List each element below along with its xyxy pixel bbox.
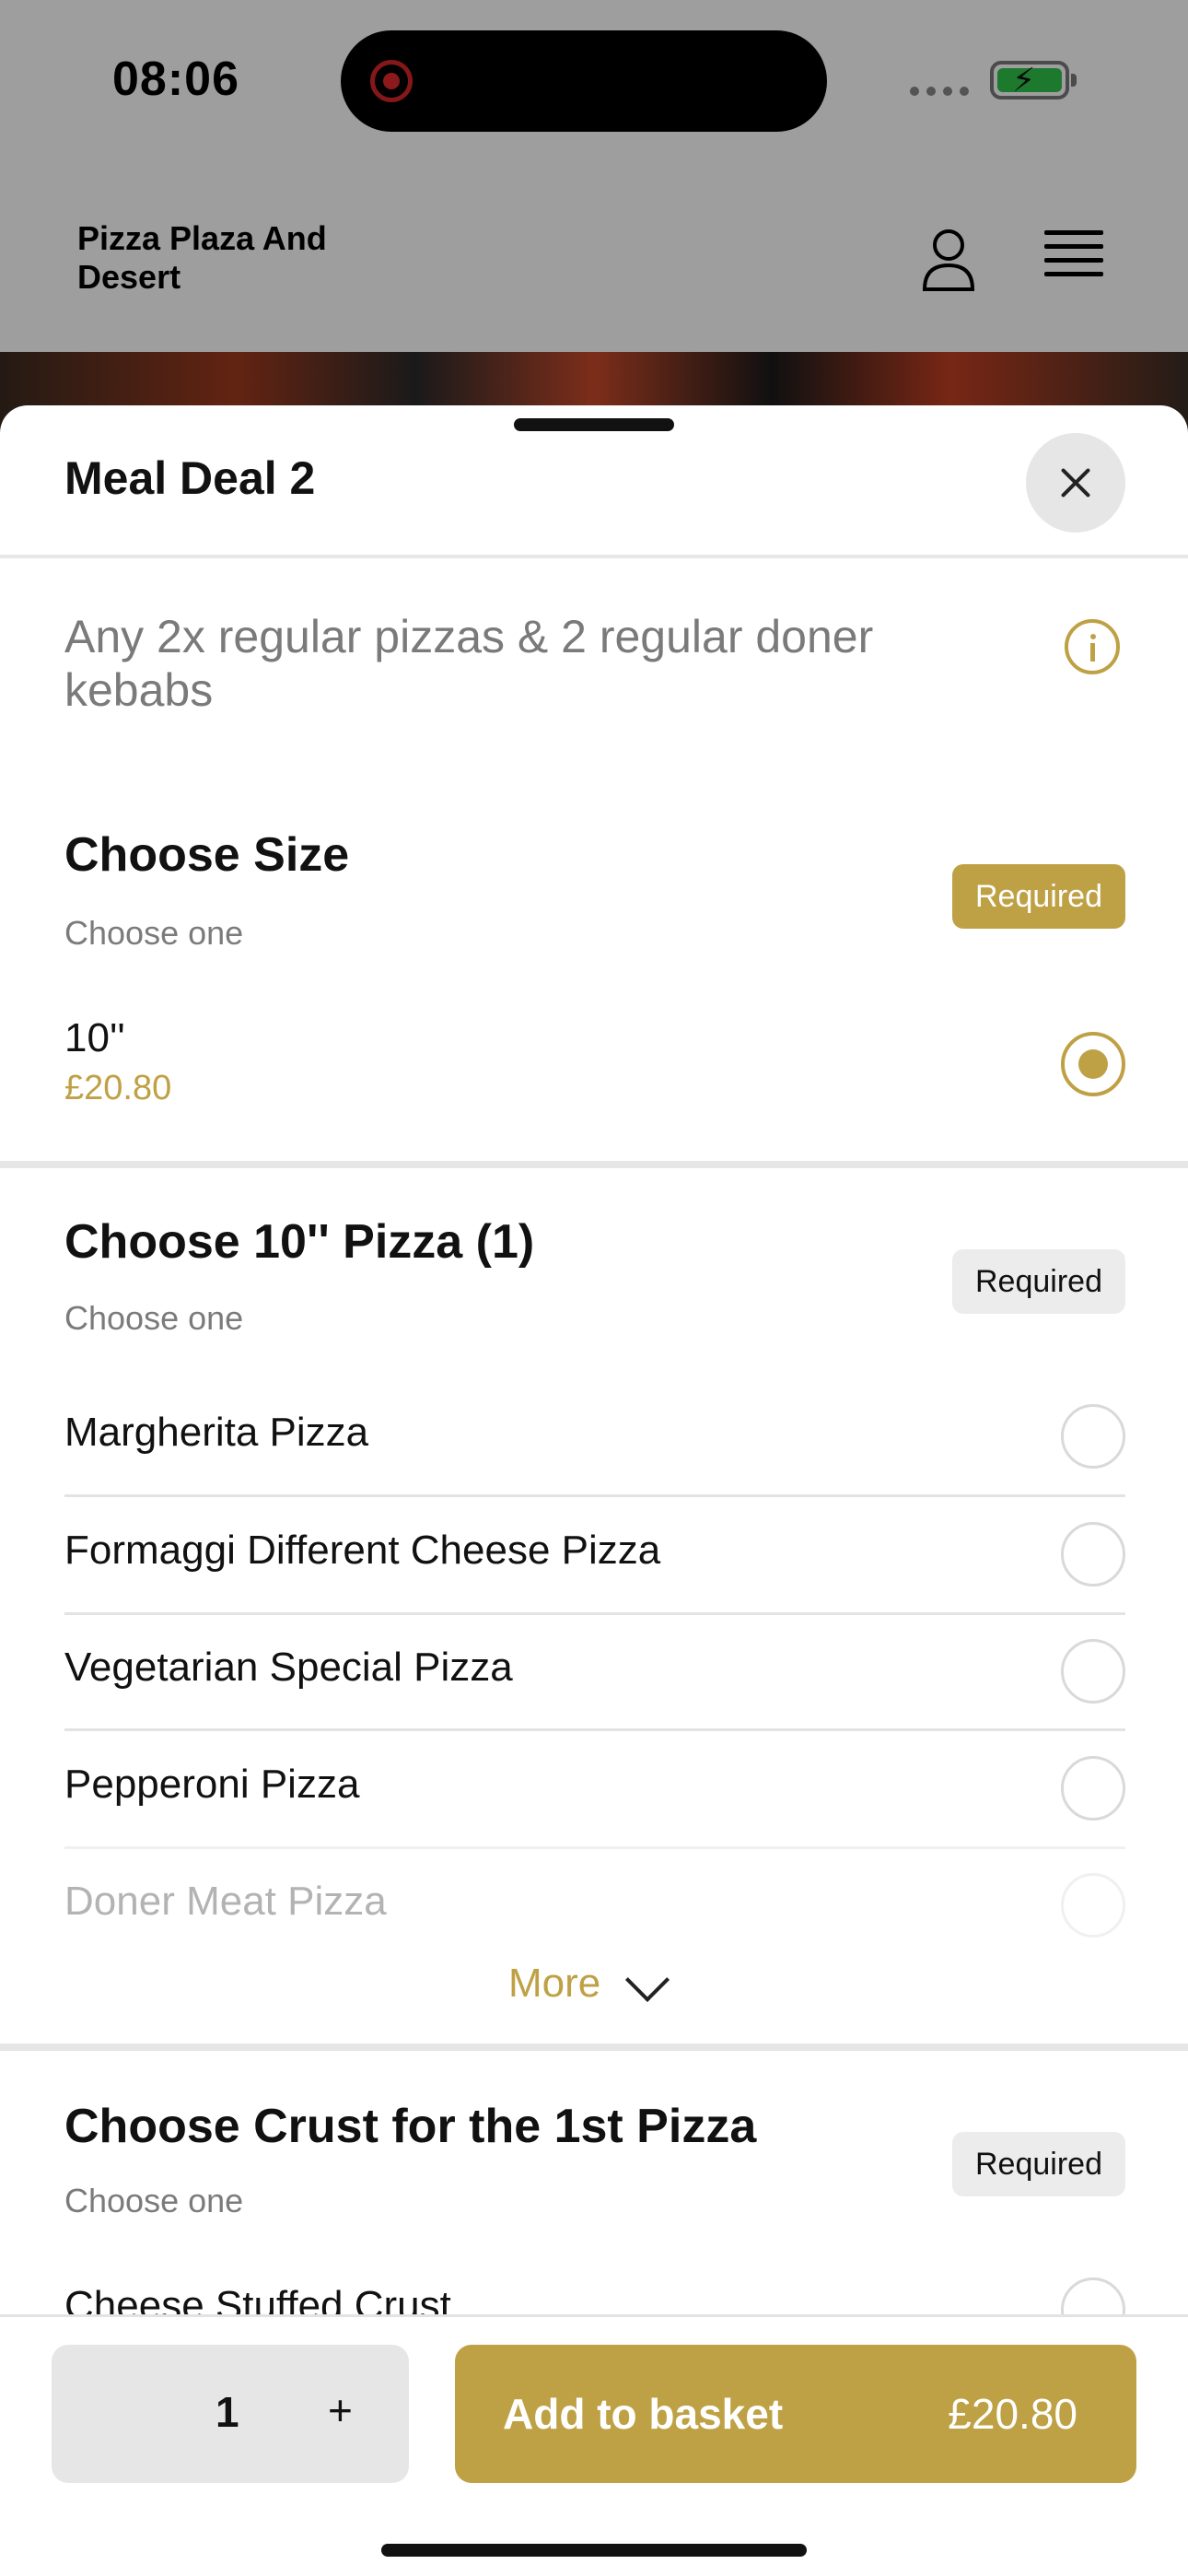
- pizza-option-row[interactable]: Vegetarian Special Pizza: [64, 1613, 1125, 1729]
- pizza-option-row[interactable]: Doner Meat Pizza: [64, 1847, 1125, 1963]
- home-indicator[interactable]: [381, 2544, 807, 2557]
- size-option-price: £20.80: [64, 1069, 172, 1107]
- sheet-title: Meal Deal 2: [64, 452, 316, 504]
- quantity-stepper[interactable]: 1 +: [52, 2345, 409, 2483]
- pizza-option-label: Vegetarian Special Pizza: [64, 1645, 513, 1690]
- add-to-basket-label: Add to basket: [503, 2390, 784, 2438]
- add-to-basket-button[interactable]: Add to basket £20.80: [455, 2345, 1136, 2483]
- add-to-basket-price: £20.80: [948, 2390, 1077, 2438]
- item-description: Any 2x regular pizzas & 2 regular doner …: [64, 611, 874, 716]
- pizza-section-subtitle: Choose one: [64, 1299, 244, 1337]
- crust-section-title: Choose Crust for the 1st Pizza: [64, 2100, 757, 2153]
- size-option-label: 10'': [64, 1015, 125, 1060]
- crust-required-badge: Required: [952, 2132, 1125, 2196]
- sheet-grabber[interactable]: [514, 418, 674, 431]
- header-divider: [0, 555, 1188, 558]
- quantity-value: 1: [215, 2388, 239, 2436]
- chevron-down-icon[interactable]: [624, 1957, 670, 2003]
- info-icon[interactable]: [1065, 619, 1120, 674]
- pizza-option-radio[interactable]: [1061, 1639, 1125, 1704]
- pizza-option-radio[interactable]: [1061, 1756, 1125, 1821]
- pizza-option-row[interactable]: Margherita Pizza: [64, 1378, 1125, 1494]
- pizza-option-label: Margherita Pizza: [64, 1410, 369, 1455]
- pizza-option-label: Formaggi Different Cheese Pizza: [64, 1528, 661, 1573]
- pizza-option-label: Doner Meat Pizza: [64, 1879, 387, 1924]
- more-options-link[interactable]: More: [508, 1961, 600, 2007]
- bottom-action-bar: 1 + Add to basket £20.80: [0, 2314, 1188, 2576]
- crust-section-subtitle: Choose one: [64, 2182, 244, 2219]
- pizza-option-radio[interactable]: [1061, 1404, 1125, 1469]
- pizza-option-row[interactable]: Pepperoni Pizza: [64, 1730, 1125, 1846]
- item-options-sheet: Meal Deal 2 Any 2x regular pizzas & 2 re…: [0, 405, 1188, 2576]
- pizza-option-radio[interactable]: [1061, 1873, 1125, 1938]
- pizza-option-label: Pepperoni Pizza: [64, 1762, 360, 1807]
- size-required-badge: Required: [952, 864, 1125, 929]
- size-option-radio[interactable]: [1061, 1032, 1125, 1096]
- pizza-option-radio[interactable]: [1061, 1522, 1125, 1587]
- section-separator: [0, 2043, 1188, 2051]
- pizza-section-title: Choose 10'' Pizza (1): [64, 1215, 535, 1269]
- size-section-title: Choose Size: [64, 828, 350, 882]
- close-button[interactable]: [1026, 433, 1125, 533]
- pizza-option-row[interactable]: Formaggi Different Cheese Pizza: [64, 1496, 1125, 1612]
- size-section-subtitle: Choose one: [64, 914, 244, 952]
- section-separator: [0, 1161, 1188, 1168]
- pizza-required-badge: Required: [952, 1249, 1125, 1314]
- increase-quantity-button[interactable]: +: [328, 2385, 353, 2435]
